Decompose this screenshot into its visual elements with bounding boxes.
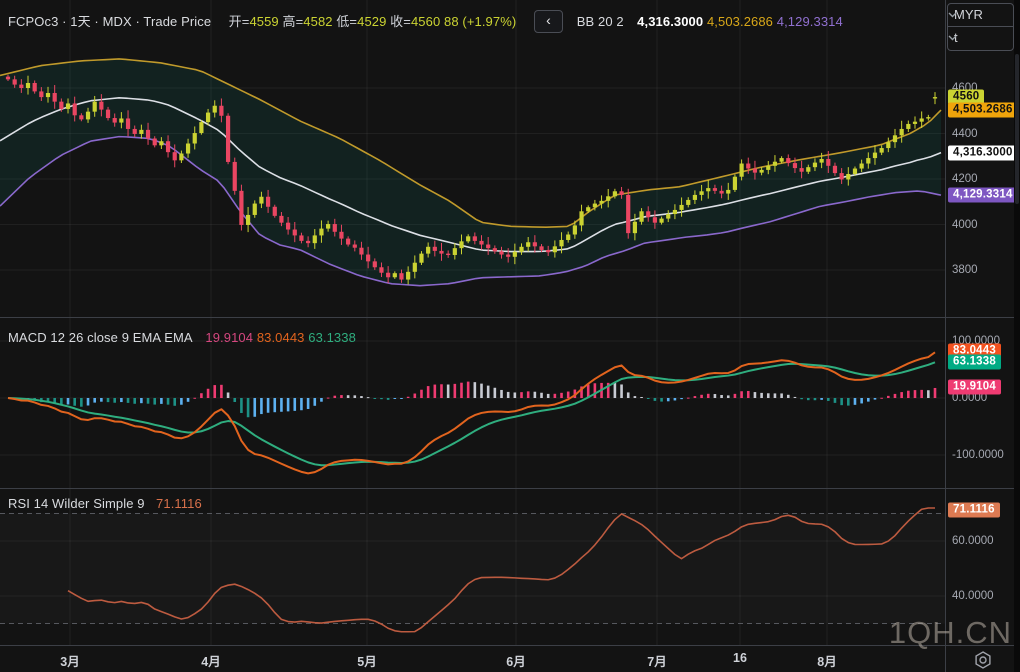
scale-badge: 4,503.2686 [948, 103, 1018, 118]
time-label: 8月 [817, 651, 836, 670]
time-label: 16 [733, 651, 747, 665]
chevron-down-icon [948, 35, 957, 41]
price-tick: 4000 [952, 219, 978, 231]
time-label: 6月 [506, 651, 525, 670]
price-pane-chart[interactable] [0, 0, 945, 317]
right-scrollbar[interactable] [1014, 0, 1020, 672]
change-value: 88 (+1.97%) [444, 14, 516, 29]
scale-badge: 4,316.3000 [948, 145, 1018, 160]
currency-dropdown[interactable]: MYR [948, 4, 1013, 26]
ohlc-high: 高=4582 [282, 14, 332, 29]
axis-label: 40.0000 [952, 590, 994, 602]
time-axis-settings-gear-icon[interactable] [972, 649, 994, 671]
time-label: 3月 [60, 651, 79, 670]
macd-legend: MACD 12 26 close 9 EMA EMA 19.9104 83.04… [8, 330, 356, 345]
axis-label: 60.0000 [952, 535, 994, 547]
time-label: 5月 [357, 651, 376, 670]
symbol-title[interactable]: FCPOc3 · 1天 · MDX · Trade Price [8, 14, 211, 29]
time-axis[interactable]: 3月 4月 5月 6月 7月 16 8月 [0, 645, 1020, 672]
ohlc-open: 开=4559 [229, 14, 279, 29]
scale-badge: 19.9104 [948, 379, 1001, 394]
scale-settings-box: MYR t [947, 3, 1014, 51]
rsi-pane-chart[interactable] [0, 488, 945, 645]
price-tick: 3800 [952, 264, 978, 276]
rsi-indicator-title[interactable]: RSI 14 Wilder Simple 9 [8, 496, 145, 511]
bb-lower-value: 4,129.3314 [777, 14, 843, 29]
axis-label: -100.0000 [952, 449, 1004, 461]
bb-indicator-title[interactable]: BB 20 2 [577, 14, 624, 29]
macd-indicator-title[interactable]: MACD 12 26 close 9 EMA EMA [8, 330, 192, 345]
macd-signal-value: 63.1338 [308, 330, 356, 345]
unit-dropdown[interactable]: t [948, 26, 1013, 49]
bb-mid-value: 4,316.3000 [637, 14, 703, 29]
pane-divider[interactable] [0, 317, 1020, 318]
price-tick: 4400 [952, 128, 978, 140]
macd-line-value: 83.0443 [257, 330, 305, 345]
currency-label: MYR [954, 4, 983, 26]
price-tick: 4200 [952, 173, 978, 185]
price-legend: FCPOc3 · 1天 · MDX · Trade Price 开=4559 高… [8, 10, 843, 35]
rsi-value: 71.1116 [156, 496, 202, 511]
scrollbar-thumb[interactable] [1015, 54, 1019, 204]
scale-badge: 63.1338 [948, 355, 1001, 370]
chevron-down-icon [948, 12, 957, 18]
macd-hist-value: 19.9104 [205, 330, 253, 345]
chart-window: FCPOc3 · 1天 · MDX · Trade Price 开=4559 高… [0, 0, 1020, 672]
scale-badge: 4,129.3314 [948, 188, 1018, 203]
price-scale[interactable]: 46004400420040003800100.00000.0000-100.0… [945, 0, 1020, 645]
ohlc-low: 低=4529 [336, 14, 386, 29]
ohlc-close: 收=4560 [390, 14, 440, 29]
pane-divider[interactable] [0, 488, 1020, 489]
scale-badge: 71.1116 [948, 503, 1000, 518]
bb-upper-value: 4,503.2686 [707, 14, 773, 29]
time-label: 7月 [647, 651, 666, 670]
back-button[interactable]: ‹ [534, 10, 563, 33]
time-label: 4月 [201, 651, 220, 670]
rsi-legend: RSI 14 Wilder Simple 9 71.1116 [8, 496, 202, 511]
watermark: 1QH.CN [889, 615, 1012, 651]
